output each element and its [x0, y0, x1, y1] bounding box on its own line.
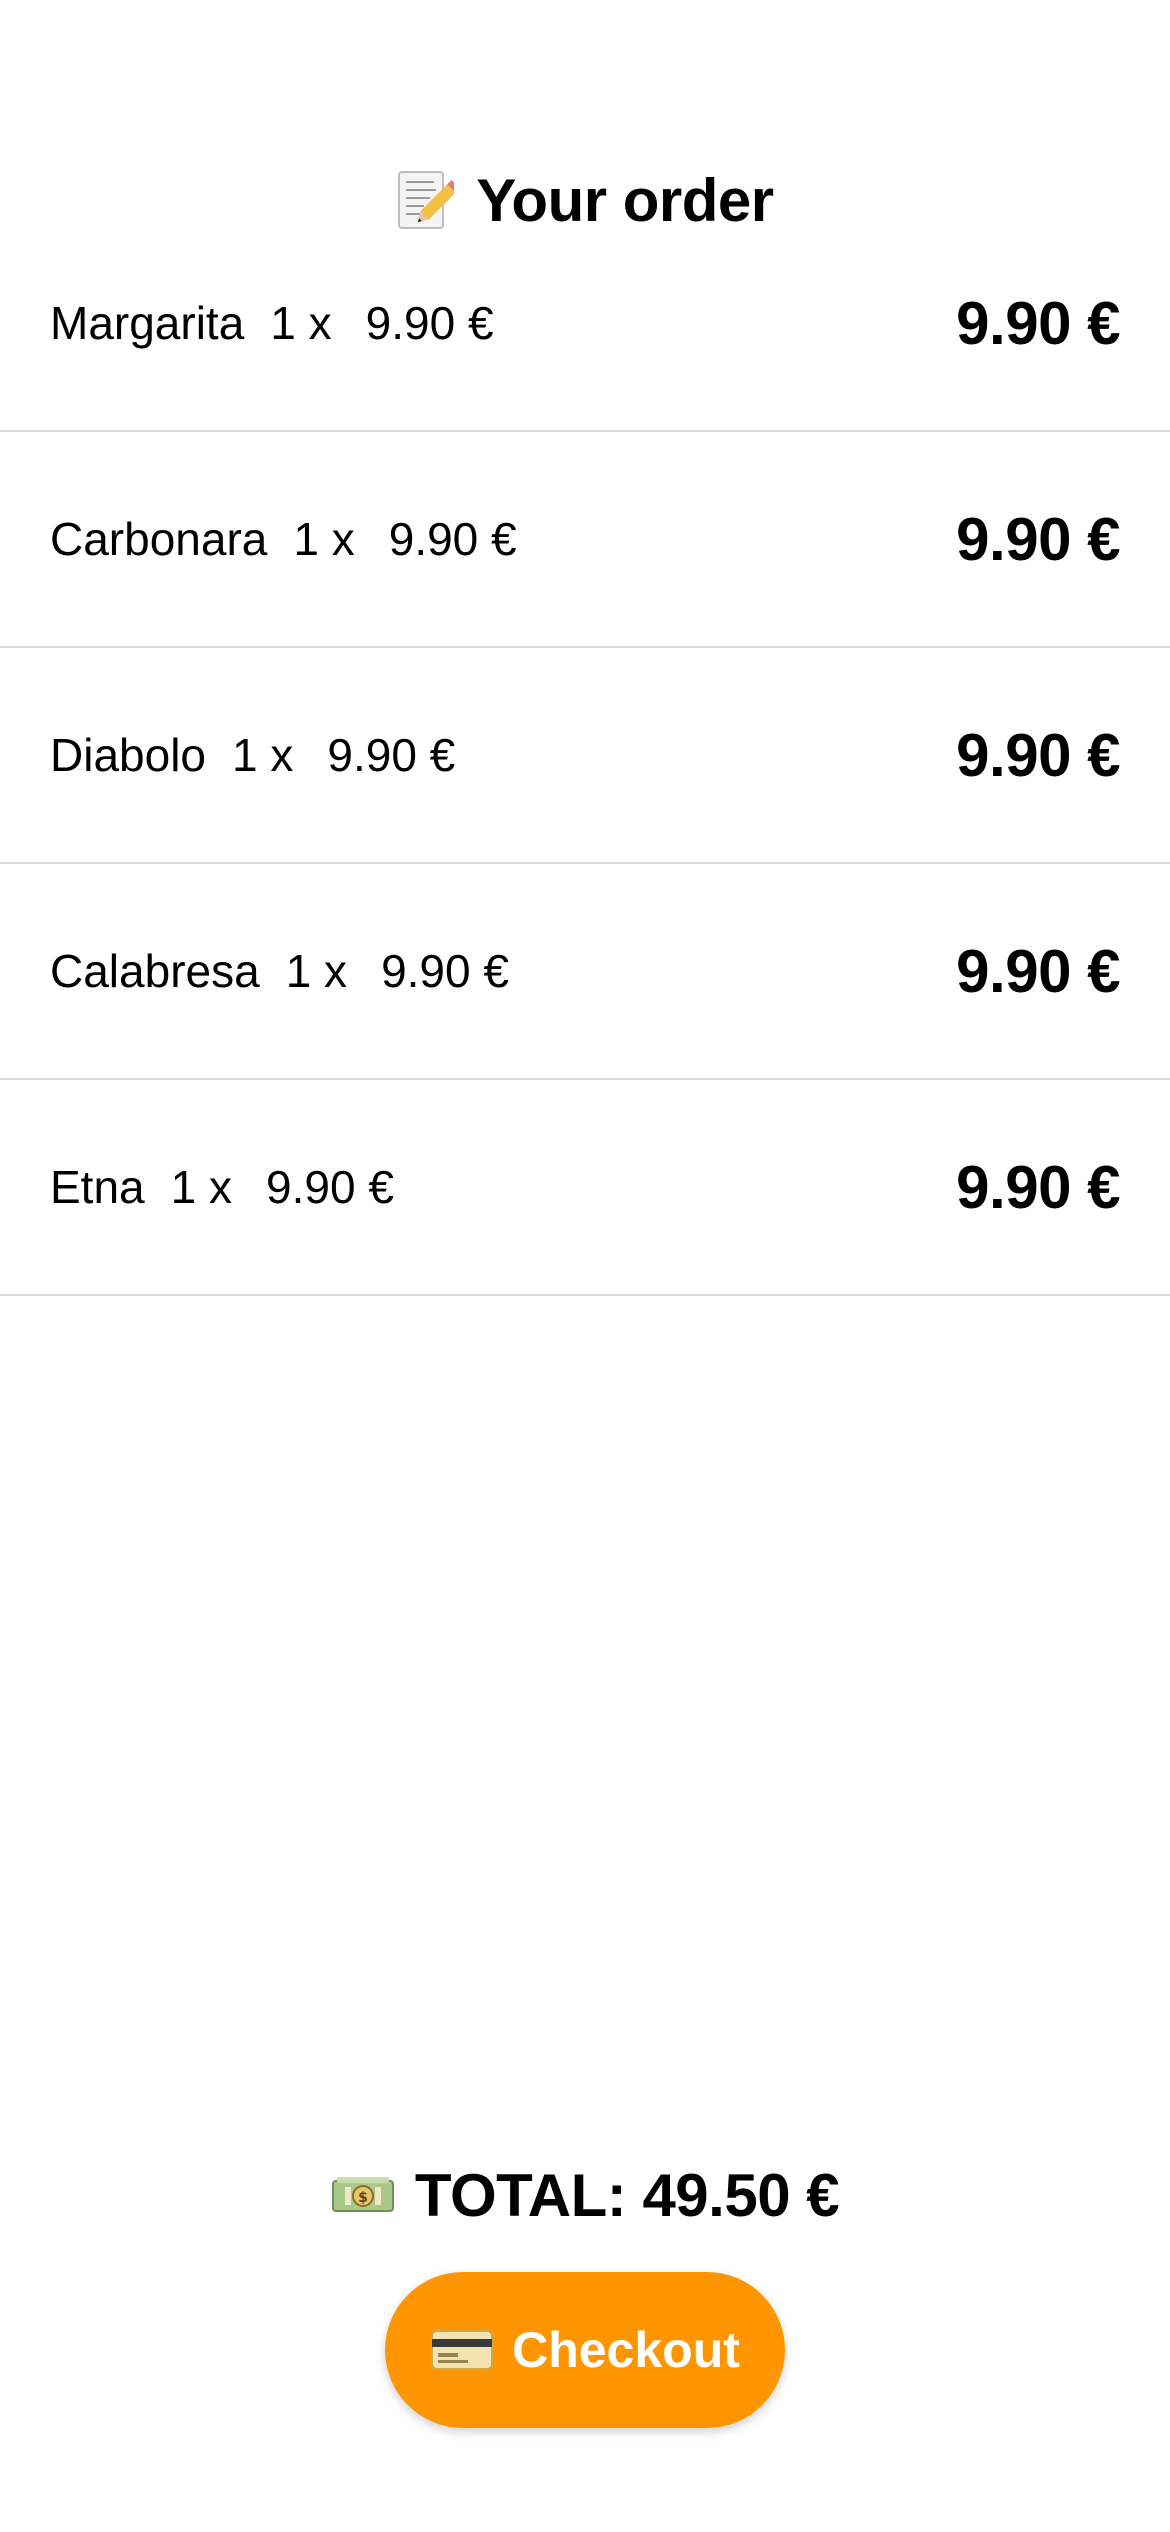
order-item-details: Calabresa 1 x 9.90 € [50, 944, 509, 998]
item-quantity: 1 x [232, 729, 294, 781]
credit-card-icon [430, 2327, 494, 2373]
order-item-details: Etna 1 x 9.90 € [50, 1160, 394, 1214]
order-item-details: Margarita 1 x 9.90 € [50, 296, 494, 350]
order-item[interactable]: Margarita 1 x 9.90 € 9.90 € [0, 216, 1170, 432]
item-quantity: 1 x [293, 513, 355, 565]
order-item[interactable]: Calabresa 1 x 9.90 € 9.90 € [0, 864, 1170, 1080]
order-total: $ TOTAL: 49.50 € [0, 2150, 1170, 2240]
item-name: Diabolo [50, 729, 206, 781]
order-item[interactable]: Etna 1 x 9.90 € 9.90 € [0, 1080, 1170, 1296]
item-unit-price: 9.90 € [388, 513, 517, 565]
item-quantity: 1 x [270, 297, 332, 349]
item-total: 9.90 € [956, 289, 1120, 357]
order-item-details: Carbonara 1 x 9.90 € [50, 512, 517, 566]
item-unit-price: 9.90 € [266, 1161, 394, 1213]
order-item[interactable]: Carbonara 1 x 9.90 € 9.90 € [0, 432, 1170, 648]
item-name: Calabresa [50, 945, 260, 997]
item-quantity: 1 x [170, 1161, 233, 1213]
item-name: Etna [50, 1161, 145, 1213]
order-list: Margarita 1 x 9.90 € 9.90 € Carbonara 1 … [0, 250, 1170, 1296]
total-amount: TOTAL: 49.50 € [414, 2161, 840, 2229]
item-name: Margarita [50, 297, 245, 349]
item-unit-price: 9.90 € [381, 945, 509, 997]
item-unit-price: 9.90 € [365, 297, 494, 349]
item-total: 9.90 € [956, 721, 1120, 789]
item-unit-price: 9.90 € [327, 729, 456, 781]
money-icon: $ [331, 2171, 395, 2219]
item-name: Carbonara [50, 513, 268, 565]
item-quantity: 1 x [285, 945, 348, 997]
order-item-details: Diabolo 1 x 9.90 € [50, 728, 455, 782]
svg-text:$: $ [358, 2190, 368, 2206]
order-item[interactable]: Diabolo 1 x 9.90 € 9.90 € [0, 648, 1170, 864]
checkout-label: Checkout [512, 2322, 740, 2378]
checkout-button[interactable]: Checkout [385, 2272, 785, 2428]
item-total: 9.90 € [956, 937, 1120, 1005]
item-total: 9.90 € [956, 505, 1120, 573]
item-total: 9.90 € [956, 1153, 1120, 1221]
